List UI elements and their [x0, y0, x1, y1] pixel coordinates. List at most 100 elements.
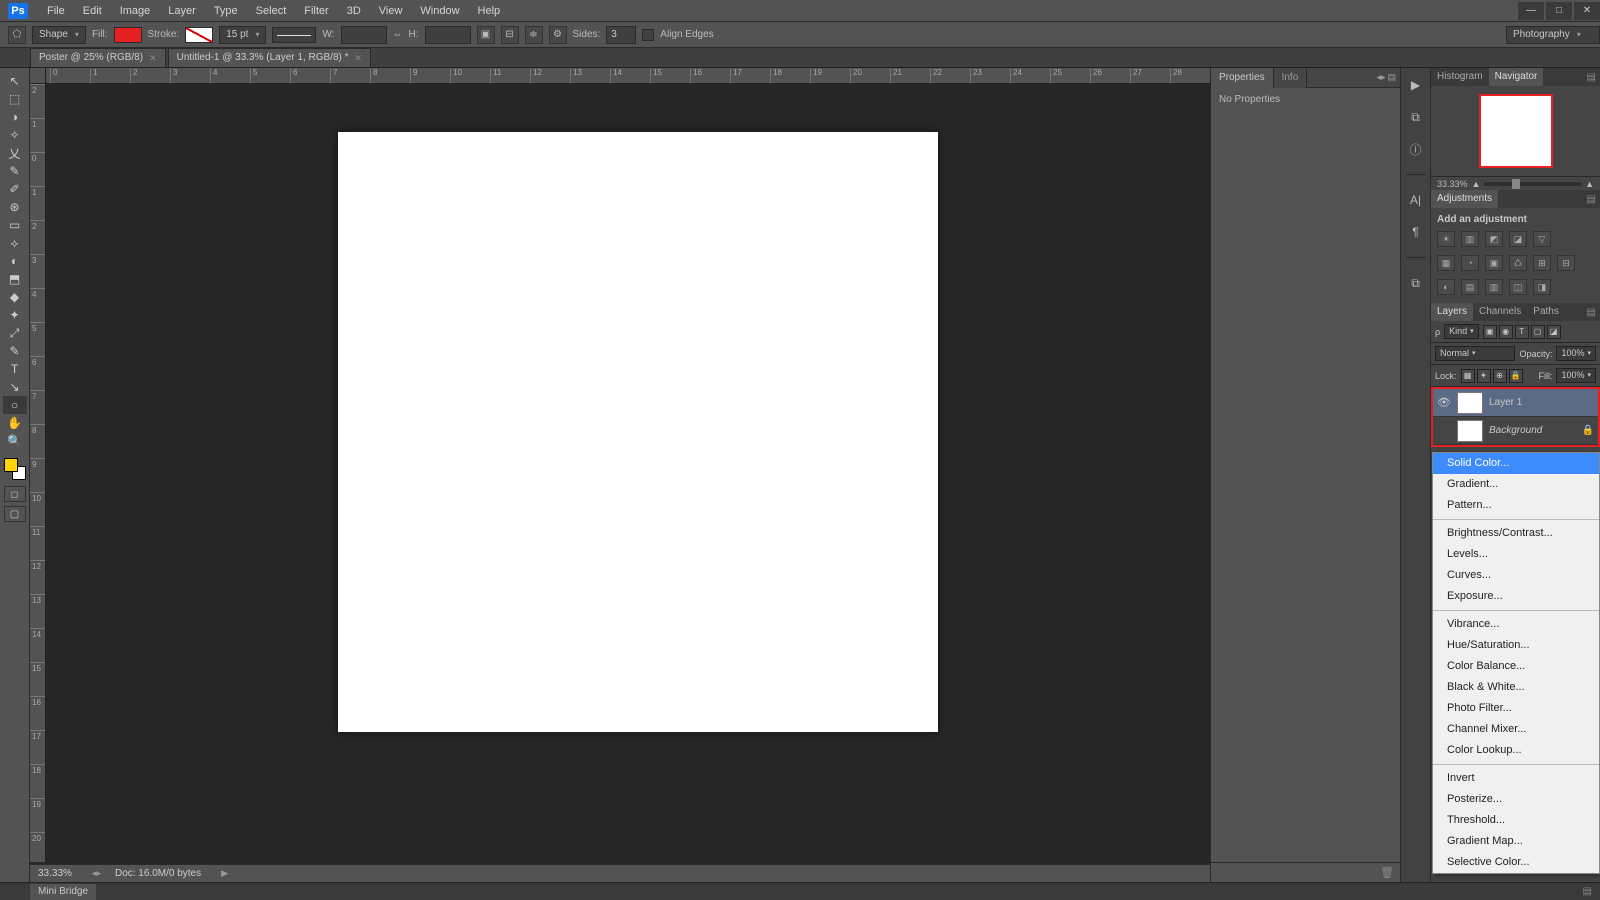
- menu-help[interactable]: Help: [469, 0, 510, 22]
- doc-tab-poster[interactable]: Poster @ 25% (RGB/8)✕: [30, 48, 166, 67]
- menu-item-posterize[interactable]: Posterize...: [1433, 789, 1599, 810]
- panel-menu-icon[interactable]: ▤: [1583, 886, 1600, 897]
- layer-filter-icon[interactable]: ◪: [1547, 325, 1561, 339]
- layer-filter-icon[interactable]: ▣: [1483, 325, 1497, 339]
- layer-lock-icon[interactable]: ⊕: [1493, 369, 1507, 383]
- color-swatches[interactable]: [4, 458, 26, 480]
- info-tab[interactable]: Info: [1274, 68, 1308, 88]
- layer-filter-icon[interactable]: ▢: [1531, 325, 1545, 339]
- screen-mode-toggle[interactable]: ▢: [4, 506, 26, 522]
- workspace-select[interactable]: Photography: [1506, 26, 1600, 44]
- menu-image[interactable]: Image: [111, 0, 160, 22]
- tool-8[interactable]: ▭: [3, 216, 27, 234]
- panel-menu-icon[interactable]: ▤: [1583, 194, 1600, 205]
- close-icon[interactable]: ✕: [149, 49, 157, 67]
- tool-20[interactable]: 🔍: [3, 432, 27, 450]
- minimize-button[interactable]: —: [1518, 2, 1544, 20]
- path-combine-icon[interactable]: ▣: [477, 26, 495, 44]
- tool-18[interactable]: ○: [3, 396, 27, 414]
- menu-item-exposure[interactable]: Exposure...: [1433, 586, 1599, 607]
- tool-4[interactable]: 乂: [3, 144, 27, 162]
- adjustment-icon[interactable]: ◩: [1485, 231, 1503, 247]
- adjustment-icon[interactable]: ▣: [1485, 255, 1503, 271]
- doc-size-readout[interactable]: Doc: 16.0M/0 bytes: [115, 868, 201, 879]
- panel-menu-icon[interactable]: ▤: [1583, 307, 1600, 318]
- layer-lock-icon[interactable]: 🔒: [1509, 369, 1523, 383]
- menu-item-color-balance[interactable]: Color Balance...: [1433, 656, 1599, 677]
- collapsed-panel-icon[interactable]: A|: [1405, 189, 1427, 211]
- adjustment-icon[interactable]: ◔: [1461, 255, 1479, 271]
- paths-tab[interactable]: Paths: [1527, 303, 1565, 321]
- link-wh-icon[interactable]: ⇔: [393, 29, 403, 40]
- navigator-tab[interactable]: Navigator: [1489, 68, 1544, 86]
- channels-tab[interactable]: Channels: [1473, 303, 1527, 321]
- layer-name[interactable]: Background: [1489, 425, 1542, 436]
- adjustment-icon[interactable]: ⊞: [1533, 255, 1551, 271]
- fill-swatch[interactable]: [114, 27, 142, 43]
- adjustment-icon[interactable]: ◐: [1437, 279, 1455, 295]
- histogram-tab[interactable]: Histogram: [1431, 68, 1489, 86]
- tool-3[interactable]: ✧: [3, 126, 27, 144]
- tool-10[interactable]: ◐: [3, 252, 27, 270]
- tool-14[interactable]: ⤢: [3, 324, 27, 342]
- tool-0[interactable]: ↖: [3, 72, 27, 90]
- layer-thumbnail[interactable]: [1457, 392, 1483, 414]
- menu-item-brightness-contrast[interactable]: Brightness/Contrast...: [1433, 523, 1599, 544]
- sides-input[interactable]: 3: [606, 26, 636, 44]
- collapsed-panel-icon[interactable]: ⧉: [1405, 272, 1427, 294]
- navigator-zoom-value[interactable]: 33.33%: [1437, 179, 1468, 189]
- path-arrange-icon[interactable]: ≑: [525, 26, 543, 44]
- layer-thumbnail[interactable]: [1457, 420, 1483, 442]
- menu-item-curves[interactable]: Curves...: [1433, 565, 1599, 586]
- menu-item-selective-color[interactable]: Selective Color...: [1433, 852, 1599, 873]
- menu-3d[interactable]: 3D: [338, 0, 370, 22]
- stroke-swatch[interactable]: [185, 27, 213, 43]
- menu-filter[interactable]: Filter: [295, 0, 337, 22]
- tool-13[interactable]: ✦: [3, 306, 27, 324]
- menu-view[interactable]: View: [370, 0, 412, 22]
- ruler-origin[interactable]: [30, 68, 46, 84]
- collapsed-panel-icon[interactable]: ▶: [1405, 74, 1427, 96]
- menu-layer[interactable]: Layer: [159, 0, 205, 22]
- adjustment-icon[interactable]: ⊟: [1557, 255, 1575, 271]
- menu-item-pattern[interactable]: Pattern...: [1433, 495, 1599, 516]
- layer-visibility-toggle[interactable]: 👁: [1437, 396, 1451, 409]
- menu-item-hue-saturation[interactable]: Hue/Saturation...: [1433, 635, 1599, 656]
- panel-menu-icon[interactable]: ▤: [1387, 72, 1396, 83]
- adjustment-icon[interactable]: ▥: [1485, 279, 1503, 295]
- layer-filter-kind[interactable]: Kind: [1444, 324, 1479, 339]
- stroke-width-select[interactable]: 15 pt: [219, 26, 266, 44]
- opacity-input[interactable]: 100%: [1556, 346, 1596, 361]
- tool-15[interactable]: ✎: [3, 342, 27, 360]
- adjustment-icon[interactable]: ◪: [1509, 231, 1527, 247]
- adjustment-icon[interactable]: ♺: [1509, 255, 1527, 271]
- layer-filter-icon[interactable]: ◉: [1499, 325, 1513, 339]
- menu-item-vibrance[interactable]: Vibrance...: [1433, 614, 1599, 635]
- collapsed-panel-icon[interactable]: ⓘ: [1405, 138, 1427, 160]
- tool-16[interactable]: T: [3, 360, 27, 378]
- adjustment-icon[interactable]: ◫: [1509, 279, 1527, 295]
- tool-2[interactable]: ◑: [3, 108, 27, 126]
- mini-bridge-tab[interactable]: Mini Bridge: [30, 884, 96, 900]
- collapse-icon[interactable]: ◂▸: [1376, 72, 1385, 83]
- menu-item-channel-mixer[interactable]: Channel Mixer...: [1433, 719, 1599, 740]
- vertical-ruler[interactable]: 2101234567891011121314151617181920: [30, 84, 46, 862]
- doc-tab-untitled[interactable]: Untitled-1 @ 33.3% (Layer 1, RGB/8) *✕: [168, 48, 371, 67]
- height-input[interactable]: [425, 26, 471, 44]
- layer-row[interactable]: 👁Layer 1: [1433, 389, 1598, 417]
- menu-item-color-lookup[interactable]: Color Lookup...: [1433, 740, 1599, 761]
- tool-preset-icon[interactable]: ⬠: [8, 26, 26, 44]
- tool-19[interactable]: ✋: [3, 414, 27, 432]
- adjustment-icon[interactable]: ▽: [1533, 231, 1551, 247]
- menu-file[interactable]: File: [38, 0, 74, 22]
- menu-window[interactable]: Window: [411, 0, 468, 22]
- path-align-icon[interactable]: ⊟: [501, 26, 519, 44]
- blend-mode-select[interactable]: Normal: [1435, 346, 1515, 361]
- menu-item-gradient[interactable]: Gradient...: [1433, 474, 1599, 495]
- menu-item-gradient-map[interactable]: Gradient Map...: [1433, 831, 1599, 852]
- adjustment-icon[interactable]: ◨: [1533, 279, 1551, 295]
- layer-filter-icon[interactable]: T: [1515, 325, 1529, 339]
- navigator-preview[interactable]: [1431, 86, 1600, 176]
- menu-item-black-white[interactable]: Black & White...: [1433, 677, 1599, 698]
- collapsed-panel-icon[interactable]: ¶: [1405, 221, 1427, 243]
